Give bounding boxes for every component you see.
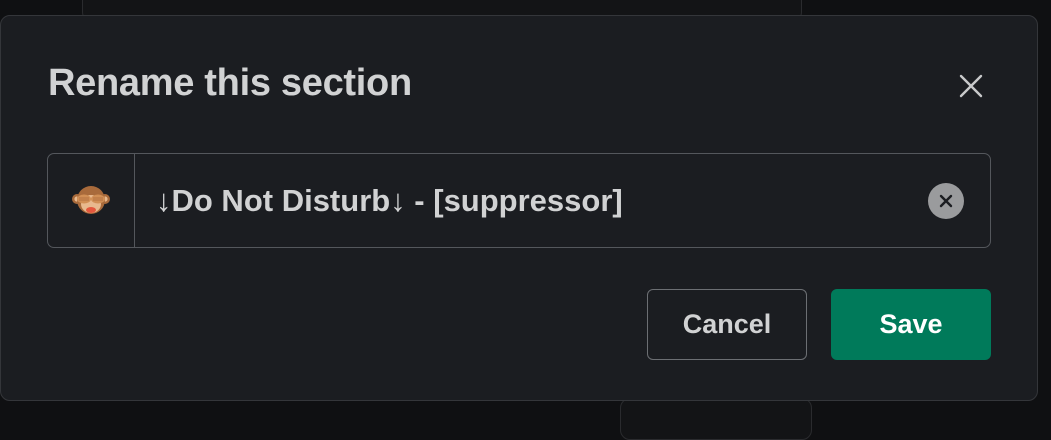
clear-circle-x-icon [939, 194, 953, 207]
dialog-title: Rename this section [48, 62, 412, 104]
emoji-picker-button[interactable] [48, 154, 135, 247]
rename-section-dialog: Rename this section ↓Do Not Disturb↓ - [… [0, 15, 1038, 401]
close-button[interactable] [953, 68, 989, 104]
section-name-input[interactable] [135, 154, 918, 247]
clear-input-button[interactable] [928, 182, 964, 219]
see-no-evil-monkey-icon [72, 185, 110, 214]
close-icon [959, 74, 983, 98]
section-name-field [47, 153, 991, 248]
save-button[interactable]: Save [831, 289, 991, 360]
cancel-button[interactable]: Cancel [647, 289, 807, 360]
background-panel [620, 398, 812, 440]
